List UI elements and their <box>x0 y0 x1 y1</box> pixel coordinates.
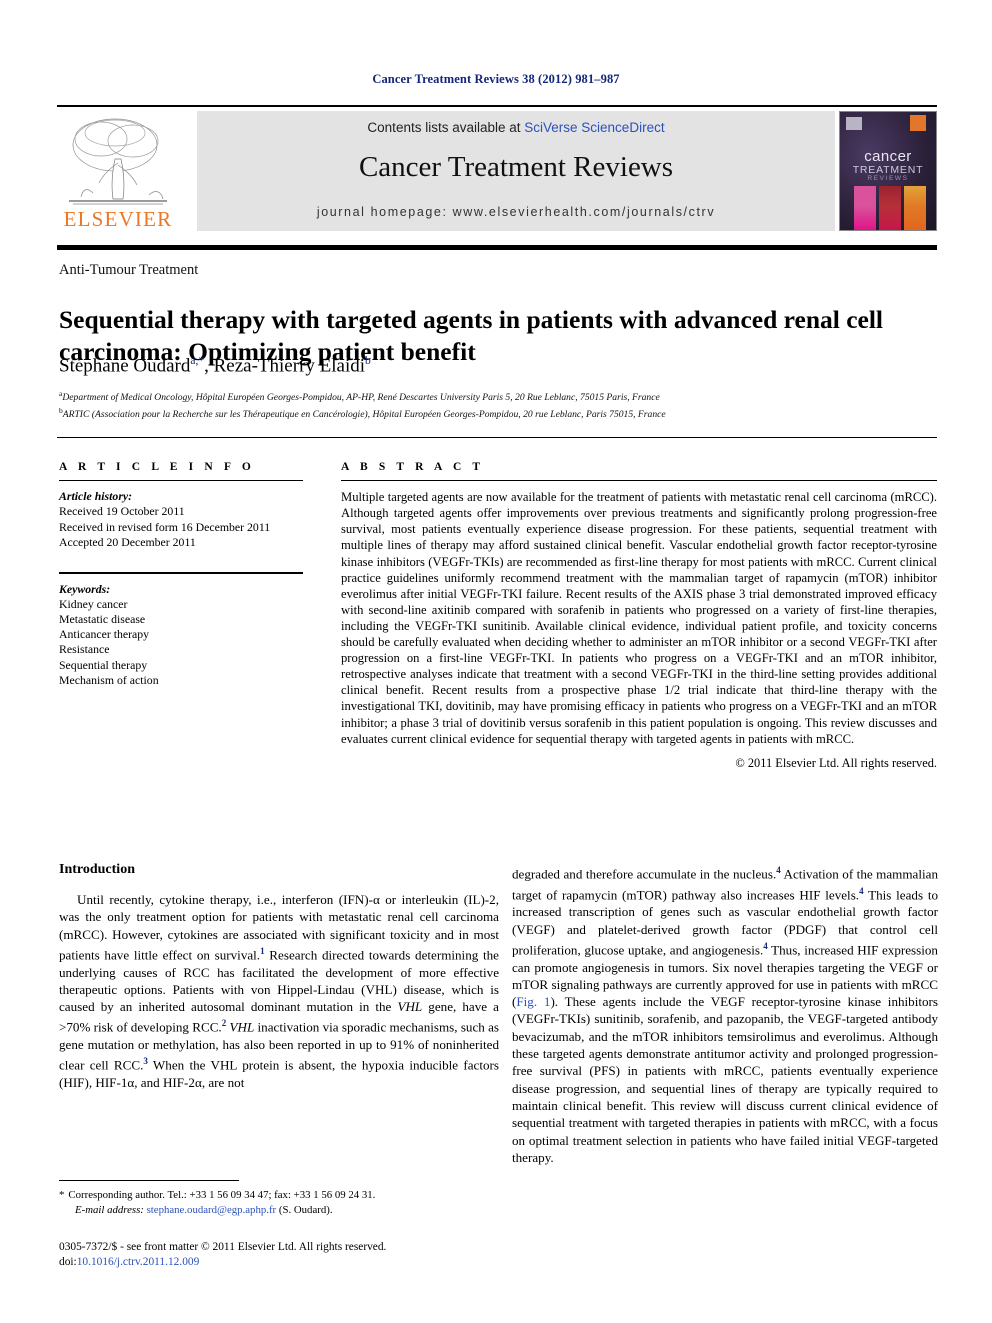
journal-cover-thumbnail: cancer TREATMENT REVIEWS <box>839 111 937 231</box>
keyword-item: Metastatic disease <box>59 612 146 626</box>
article-info-heading: A R T I C L E I N F O <box>59 461 255 473</box>
author-list: Stéphane Oudarda,*, Reza-Thierry Elaidib <box>59 355 937 377</box>
abstract-heading: A B S T R A C T <box>341 461 485 473</box>
email-address-link[interactable]: stephane.oudard@egp.aphp.fr <box>147 1204 277 1216</box>
keyword-item: Mechanism of action <box>59 672 159 687</box>
cover-title: cancer <box>864 148 912 165</box>
elsevier-logo: ELSEVIER <box>57 111 179 233</box>
keywords-divider <box>59 572 303 574</box>
body-column-left: Introduction Until recently, cytokine th… <box>59 862 499 1091</box>
introduction-paragraph-left: Until recently, cytokine therapy, i.e., … <box>59 891 499 1091</box>
elsevier-wordmark: ELSEVIER <box>63 207 173 231</box>
author-marks-2: b <box>365 355 371 367</box>
affiliation-text-b: ARTIC (Association pour la Recherche sur… <box>62 409 666 421</box>
footnote-asterisk: * <box>59 1189 65 1201</box>
section-kicker: Anti-Tumour Treatment <box>59 262 199 278</box>
cover-subtitle-secondary: REVIEWS <box>867 175 909 182</box>
running-head: Cancer Treatment Reviews 38 (2012) 981–9… <box>372 72 620 86</box>
figure-1-link[interactable]: Fig. 1 <box>516 994 550 1009</box>
masthead-top-rule <box>57 105 937 107</box>
author-name-1: Stéphane Oudard <box>59 355 191 377</box>
article-history-accepted: Accepted 20 December 2011 <box>59 534 196 549</box>
issn-front-matter: 0305-7372/$ - see front matter © 2011 El… <box>59 1241 387 1253</box>
article-history-revised: Received in revised form 16 December 201… <box>59 519 271 534</box>
body-column-right: degraded and therefore accumulate in the… <box>512 862 938 1166</box>
keyword-item: Anticancer therapy <box>59 627 150 642</box>
email-address-label: E-mail address: <box>75 1203 144 1216</box>
gene-name-vhl: VHL <box>397 999 423 1015</box>
author-name-2: Reza-Thierry Elaidi <box>213 355 366 377</box>
contents-lists-line: Contents lists available at SciVerse Sci… <box>197 120 835 135</box>
article-info-divider <box>59 480 303 482</box>
affiliation-b: bARTIC (Association pour la Recherche su… <box>59 404 937 421</box>
intro-right-text-5: ). These agents include the VEGF recepto… <box>512 994 939 1165</box>
article-info-column: A R T I C L E I N F O Article history: R… <box>59 461 303 688</box>
email-line: E-mail address: stephane.oudard@egp.aphp… <box>59 1203 499 1218</box>
doi-link[interactable]: 10.1016/j.ctrv.2011.12.009 <box>77 1256 200 1268</box>
article-history: Article history: Received 19 October 201… <box>59 489 303 550</box>
elsevier-tree-icon <box>69 118 167 205</box>
cover-orange-square <box>910 115 926 131</box>
article-history-received: Received 19 October 2011 <box>59 504 185 519</box>
abstract-divider <box>341 480 937 482</box>
sciencedirect-link[interactable]: SciVerse ScienceDirect <box>524 120 664 135</box>
author-marks-1: a,* <box>190 355 205 367</box>
cover-panel-magenta <box>854 186 876 230</box>
footnote-rule <box>59 1180 239 1181</box>
keywords-label: Keywords: <box>59 581 111 596</box>
imprint-block: 0305-7372/$ - see front matter © 2011 El… <box>59 1240 519 1270</box>
journal-article-page: Cancer Treatment Reviews 38 (2012) 981–9… <box>0 0 992 1323</box>
introduction-heading: Introduction <box>59 862 135 877</box>
introduction-paragraph-right: degraded and therefore accumulate in the… <box>512 862 938 1166</box>
cover-panel-red <box>879 186 901 230</box>
keywords-block: Keywords: Kidney cancer Metastatic disea… <box>59 582 303 688</box>
contents-lists-prefix: Contents lists available at <box>367 120 525 135</box>
info-abstract-top-rule <box>57 437 937 439</box>
keyword-item: Sequential therapy <box>59 657 148 672</box>
abstract-text: Multiple targeted agents are now availab… <box>341 490 937 746</box>
keyword-item: Resistance <box>59 642 110 657</box>
email-owner: (S. Oudard). <box>276 1203 333 1216</box>
affiliation-a: aDepartment of Medical Oncology, Hôpital… <box>59 387 937 404</box>
keyword-item: Kidney cancer <box>59 596 128 611</box>
article-history-label: Article history: <box>59 489 133 504</box>
cover-image-panels <box>854 186 926 230</box>
journal-homepage-link[interactable]: journal homepage: www.elsevierhealth.com… <box>197 205 835 219</box>
abstract-copyright: © 2011 Elsevier Ltd. All rights reserved… <box>735 755 937 770</box>
corresponding-author-text: Corresponding author. Tel.: +33 1 56 09 … <box>68 1189 376 1201</box>
affiliation-list: aDepartment of Medical Oncology, Hôpital… <box>59 387 937 421</box>
journal-banner: Contents lists available at SciVerse Sci… <box>197 111 835 231</box>
doi-line: doi:10.1016/j.ctrv.2011.12.009 <box>59 1255 519 1270</box>
gene-name-vhl-2: VHL <box>226 1019 255 1035</box>
journal-title: Cancer Treatment Reviews <box>358 151 674 183</box>
doi-label: doi: <box>59 1256 77 1268</box>
journal-masthead: ELSEVIER Contents lists available at Sci… <box>57 105 937 233</box>
affiliation-text-a: Department of Medical Oncology, Hôpital … <box>62 392 660 404</box>
corresponding-author-footnote: * Corresponding author. Tel.: +33 1 56 09… <box>59 1188 499 1217</box>
cover-panel-orange <box>904 186 926 230</box>
masthead-bottom-rule <box>57 245 937 250</box>
abstract-column: A B S T R A C T Multiple targeted agents… <box>341 461 937 771</box>
intro-right-text-1: degraded and therefore accumulate in the… <box>512 866 777 882</box>
author-separator: , <box>204 355 214 377</box>
cover-elsevier-mark <box>846 117 862 130</box>
